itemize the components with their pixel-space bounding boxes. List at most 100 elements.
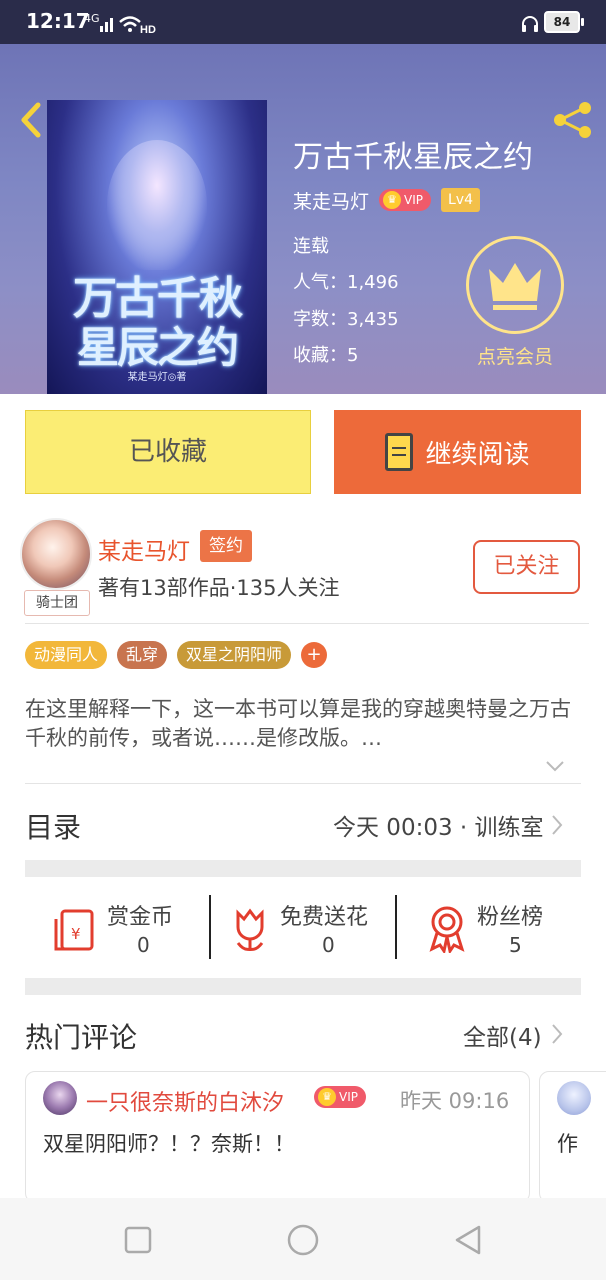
free-flower-value: 0: [322, 933, 335, 957]
member-button[interactable]: 点亮会员: [465, 236, 565, 376]
svg-text:HD: HD: [140, 24, 156, 34]
all-comments-link[interactable]: 全部(4): [463, 1018, 542, 1052]
free-flower[interactable]: 免费送花 0: [230, 897, 390, 961]
comment-card[interactable]: 一只很奈斯的白沐汐 ♛ VIP 昨天 09:16 双星阴阳师？！？奈斯！！: [25, 1071, 530, 1203]
guild-tag: 骑士团: [24, 590, 90, 616]
signed-tag: 签约: [200, 530, 252, 562]
member-label: 点亮会员: [476, 346, 553, 368]
toc-arrow[interactable]: [550, 814, 564, 836]
divider: [209, 895, 211, 959]
chevron-right-icon: [552, 1024, 563, 1044]
cover-illustration: [107, 140, 207, 270]
popularity-label: 人气：: [293, 272, 347, 293]
share-button[interactable]: [548, 100, 596, 140]
back-nav-button[interactable]: [453, 1224, 485, 1256]
book-popularity: 人气：1,496: [293, 268, 399, 294]
vip-badge: ♛ VIP: [379, 189, 431, 211]
book-word-count: 字数：3,435: [293, 305, 399, 331]
tag-item[interactable]: 双星之阴阳师: [177, 641, 292, 669]
commenter-avatar[interactable]: [43, 1081, 77, 1115]
crown-icon: [489, 263, 541, 310]
divider: [25, 623, 589, 624]
fan-ranking-value: 5: [509, 933, 522, 957]
words-label: 字数：: [293, 309, 347, 330]
network-indicator: 4G: [84, 12, 100, 25]
system-nav-bar: [0, 1198, 606, 1280]
headphones-icon: [522, 16, 538, 32]
crown-icon: ♛: [383, 191, 402, 209]
tag-item[interactable]: 动漫同人: [25, 641, 108, 669]
status-time: 12:17: [26, 9, 90, 33]
add-tag-button[interactable]: +: [301, 642, 328, 668]
svg-text:¥: ¥: [71, 925, 81, 943]
reward-coins-value: 0: [137, 933, 150, 957]
toc-label[interactable]: 目录: [25, 806, 81, 846]
all-comments-arrow[interactable]: [550, 1023, 564, 1045]
flower-icon: [236, 908, 264, 951]
favorited-button[interactable]: 已收藏: [25, 410, 311, 494]
share-icon: [554, 102, 591, 138]
followed-button[interactable]: 已关注: [473, 540, 580, 594]
toc-latest-chapter[interactable]: 今天 00:03 · 训练室: [333, 808, 544, 842]
vip-badge: ♛ VIP: [314, 1086, 366, 1108]
chevron-right-icon: [552, 815, 563, 835]
favorites-label: 收藏：: [293, 345, 347, 366]
cover-author: 某走马灯◎著: [127, 372, 187, 383]
reward-coins[interactable]: ¥ 赏金币 0: [52, 897, 202, 961]
reward-coins-label: 赏金币: [107, 905, 174, 930]
comment-text: 作: [557, 1132, 578, 1156]
popularity-value: 1,496: [347, 272, 399, 293]
tag-item[interactable]: 乱穿: [117, 641, 168, 669]
square-icon: [124, 1226, 152, 1254]
tag-list: 动漫同人 乱穿 双星之阴阳师 +: [25, 641, 328, 669]
status-bar: 12:17 4G HD 84: [0, 0, 606, 44]
book-cover[interactable]: 万古千秋 星辰之约 某走马灯◎著: [47, 100, 267, 394]
vip-label: VIP: [339, 1090, 358, 1104]
crown-icon: ♛: [318, 1088, 336, 1106]
words-value: 3,435: [347, 309, 399, 330]
section-separator: [25, 860, 581, 877]
book-title: 万古千秋星辰之约: [293, 140, 533, 175]
author-avatar[interactable]: [20, 518, 92, 590]
home-button[interactable]: [286, 1223, 320, 1257]
hot-comments-label: 热门评论: [25, 1021, 138, 1054]
book-introduction[interactable]: 在这里解释一下，这一本书可以算是我的穿越奥特曼之万古千秋的前传，或者说……是修改…: [25, 695, 581, 753]
divider: [25, 783, 581, 784]
vip-label: VIP: [404, 193, 423, 207]
comment-card[interactable]: 作: [539, 1071, 606, 1203]
battery-indicator: 84: [544, 11, 584, 33]
book-header: 万古千秋 星辰之约 某走马灯◎著 万古千秋星辰之约 某走马灯 ♛ VIP Lv4…: [0, 44, 606, 394]
section-separator: [25, 978, 581, 995]
continue-reading-button[interactable]: 继续阅读: [334, 410, 581, 494]
free-flower-label: 免费送花: [280, 905, 369, 930]
chevron-left-icon: [21, 102, 41, 138]
author-name[interactable]: 某走马灯: [98, 532, 190, 566]
cover-title-line2: 星辰之约: [76, 323, 239, 372]
continue-reading-label: 继续阅读: [425, 439, 530, 470]
triangle-back-icon: [455, 1225, 481, 1255]
back-button[interactable]: [16, 102, 48, 138]
favorites-value: 5: [347, 345, 359, 366]
book-author-row: 某走马灯 ♛ VIP Lv4: [293, 186, 480, 214]
fan-ranking-label: 粉丝榜: [477, 905, 544, 930]
book-status: 连载: [293, 236, 329, 257]
circle-icon: [287, 1224, 319, 1256]
comment-text: 双星阴阳师？！？奈斯！！: [43, 1132, 295, 1156]
expand-intro-button[interactable]: [545, 758, 565, 772]
chevron-down-icon: [546, 761, 564, 772]
book-icon: [385, 433, 414, 471]
commenter-name[interactable]: 一只很奈斯的白沐汐: [86, 1085, 284, 1117]
signal-wifi-icon: HD: [100, 16, 156, 34]
author-stats: 著有13部作品·135人关注: [98, 576, 340, 600]
level-badge: Lv4: [441, 188, 480, 212]
red-envelope-icon: ¥: [54, 909, 94, 951]
comment-time: 昨天 09:16: [400, 1089, 510, 1113]
divider: [395, 895, 397, 959]
recents-button[interactable]: [124, 1226, 152, 1254]
book-favorites: 收藏：5: [293, 341, 358, 367]
fan-ranking[interactable]: 粉丝榜 5: [427, 897, 587, 961]
book-author[interactable]: 某走马灯: [293, 187, 369, 214]
medal-icon: [429, 906, 465, 953]
commenter-avatar[interactable]: [557, 1081, 591, 1115]
member-circle: [466, 236, 564, 334]
